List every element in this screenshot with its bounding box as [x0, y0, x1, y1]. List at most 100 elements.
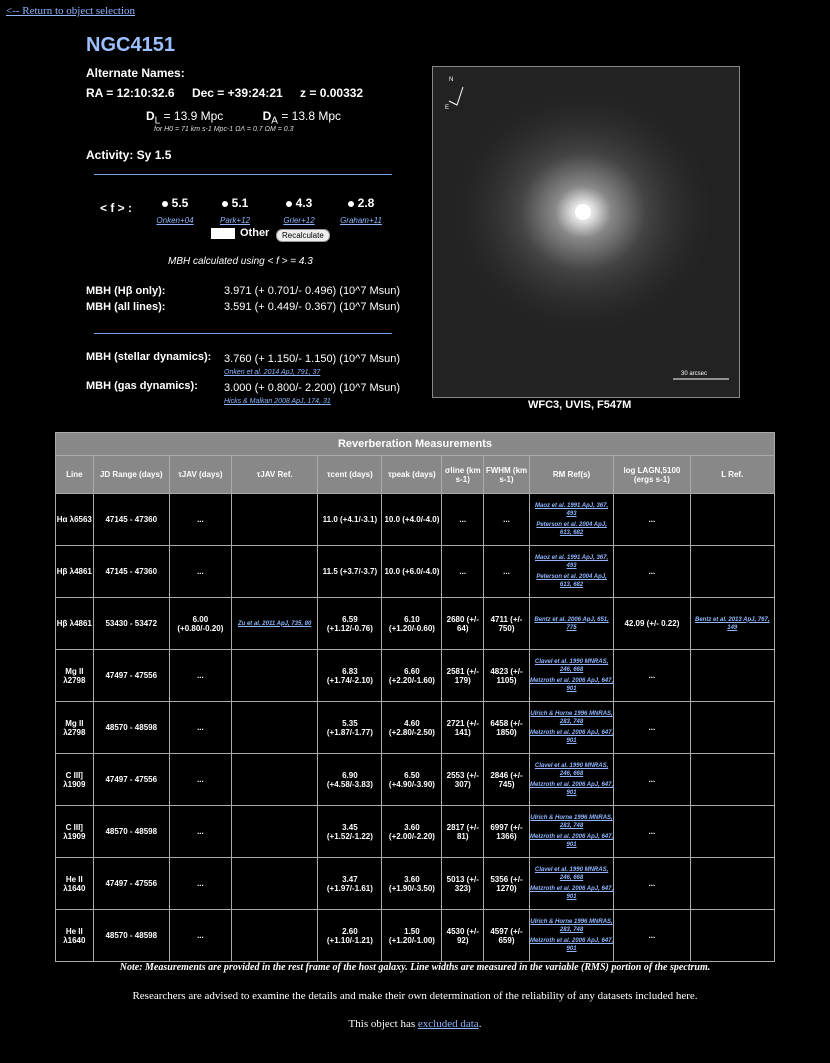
cell-fwhm: ... — [483, 545, 530, 598]
table-row: Hα λ6563 47145 - 47360... 11.0 (+4.1/-3.1)… — [55, 493, 776, 546]
rm-ref-link[interactable]: Metzroth et al. 2006 ApJ, 647, 901 — [530, 677, 613, 693]
table-row: Hβ λ4861 53430 - 53472 6.00 (+0.80/-0.20) Z… — [55, 597, 776, 650]
cell-fwhm: 4823 (+/- 1105) — [483, 649, 530, 702]
cell-tjav: ... — [168, 493, 232, 546]
rm-ref-link[interactable]: Clavel et al. 1990 MNRAS, 246, 668 — [530, 658, 613, 674]
col-rm-refs: RM Ref(s) — [528, 455, 615, 494]
cell-tjav-ref — [230, 545, 319, 598]
mbh-gas-value: 3.000 (+ 0.800/- 2.200) (10^7 Msun) — [224, 382, 401, 394]
dec-value: Dec = +39:24:21 — [191, 86, 283, 100]
cell-lref — [689, 701, 776, 754]
radio-icon[interactable] — [161, 200, 168, 207]
cell-logl: ... — [613, 805, 691, 858]
cell-lref — [689, 805, 776, 858]
cell-rm-refs: Maoz et al. 1991 ApJ, 367, 493 Peterson e… — [528, 493, 615, 546]
rm-ref-link[interactable]: Metzroth et al. 2006 ApJ, 647, 901 — [530, 937, 613, 953]
cell-jd: 47497 - 47556 — [92, 753, 170, 806]
cell-rm-refs: Clavel et al. 1990 MNRAS, 246, 668 Metzro… — [528, 857, 615, 910]
cell-logl: ... — [613, 649, 691, 702]
rm-ref-link[interactable]: Clavel et al. 1990 MNRAS, 246, 668 — [530, 866, 613, 882]
radio-icon[interactable] — [347, 200, 354, 207]
cell-rm-refs: Clavel et al. 1990 MNRAS, 246, 668 Metzro… — [528, 753, 615, 806]
cell-jd: 47497 - 47556 — [92, 857, 170, 910]
cell-sigma: 2680 (+/- 64) — [441, 597, 485, 650]
mbh-all-value: 3.591 (+ 0.449/- 0.367) (10^7 Msun) — [224, 301, 401, 313]
cell-tjav-ref — [230, 857, 319, 910]
cell-tjav: ... — [168, 649, 232, 702]
ref-link[interactable]: Bentz et al. 2013 ApJ, 767, 149 — [691, 616, 774, 632]
f-option-grier[interactable]: 4.3 Grier+12 — [264, 196, 334, 228]
cell-tjav-ref — [230, 493, 319, 546]
cell-jd: 53430 - 53472 — [92, 597, 170, 650]
cell-tjav-ref — [230, 701, 319, 754]
cell-tjav-ref: Zu et al. 2011 ApJ, 735, 80 — [230, 597, 319, 650]
cell-sigma: 4530 (+/- 92) — [441, 909, 485, 962]
f-option-graham[interactable]: 2.8 Graham+11 — [326, 196, 396, 228]
cell-tjav: ... — [168, 909, 232, 962]
rm-ref-link[interactable]: Bentz et al. 2006 ApJ, 651, 775 — [530, 616, 613, 632]
other-f-input[interactable] — [211, 228, 235, 239]
radio-icon[interactable] — [221, 200, 228, 207]
rm-ref-link[interactable]: Metzroth et al. 2006 ApJ, 647, 901 — [530, 729, 613, 745]
f-option-park[interactable]: 5.1 Park+12 — [200, 196, 270, 228]
radio-icon[interactable] — [285, 200, 292, 207]
cell-jd: 47145 - 47360 — [92, 493, 170, 546]
gas-ref-link[interactable]: Hicks & Malkan 2008 ApJ, 174, 31 — [224, 398, 331, 405]
cell-lref: Bentz et al. 2013 ApJ, 767, 149 — [689, 597, 776, 650]
cell-lref — [689, 545, 776, 598]
cell-jd: 48570 - 48598 — [92, 805, 170, 858]
rm-ref-link[interactable]: Maoz et al. 1991 ApJ, 367, 493 — [530, 554, 613, 570]
cell-lref — [689, 649, 776, 702]
rm-ref-link[interactable]: Ulrich & Horne 1996 MNRAS, 283, 748 — [530, 814, 613, 830]
col-tjav: τJAV (days) — [168, 455, 232, 494]
rm-ref-link[interactable]: Ulrich & Horne 1996 MNRAS, 283, 748 — [530, 710, 613, 726]
reverberation-table: Reverberation Measurements Line JD Range… — [55, 432, 776, 962]
redshift-value: z = 0.00332 — [300, 86, 364, 100]
cell-fwhm: 4711 (+/- 750) — [483, 597, 530, 650]
col-line: Line — [55, 455, 94, 494]
cell-tpeak: 3.60 (+1.90/-3.50) — [381, 857, 443, 910]
cell-line: Hα λ6563 — [55, 493, 94, 546]
cell-logl: ... — [613, 753, 691, 806]
rm-ref-link[interactable]: Metzroth et al. 2006 ApJ, 647, 901 — [530, 885, 613, 901]
divider — [94, 333, 392, 334]
rm-ref-link[interactable]: Metzroth et al. 2006 ApJ, 647, 901 — [530, 833, 613, 849]
table-caption: Reverberation Measurements — [55, 432, 775, 456]
scale-label: 30 arcsec — [681, 371, 707, 377]
rm-ref-link[interactable]: Peterson et al. 2004 ApJ, 613, 682 — [530, 573, 613, 589]
cell-tpeak: 10.0 (+4.0/-4.0) — [381, 493, 443, 546]
cell-logl: 42.09 (+/- 0.22) — [613, 597, 691, 650]
col-sigma: σline (km s-1) — [441, 455, 485, 494]
ref-link[interactable]: Zu et al. 2011 ApJ, 735, 80 — [232, 620, 317, 628]
f-factor-label: < f > : — [100, 201, 133, 215]
stellar-ref-link[interactable]: Onken et al. 2014 ApJ, 791, 37 — [224, 369, 320, 376]
f-ref-link[interactable]: Park+12 — [220, 216, 250, 225]
rm-ref-link[interactable]: Ulrich & Horne 1996 MNRAS, 283, 748 — [530, 918, 613, 934]
cell-logl: ... — [613, 701, 691, 754]
f-ref-link[interactable]: Onken+04 — [156, 216, 193, 225]
cell-tjav-ref — [230, 649, 319, 702]
cell-sigma: 2581 (+/- 179) — [441, 649, 485, 702]
mbh-stellar-label: MBH (stellar dynamics): — [86, 351, 212, 363]
cell-lref — [689, 857, 776, 910]
rm-ref-link[interactable]: Peterson et al. 2004 ApJ, 613, 682 — [530, 521, 613, 537]
rm-ref-link[interactable]: Metzroth et al. 2006 ApJ, 647, 901 — [530, 781, 613, 797]
cell-tpeak: 1.50 (+1.20/-1.00) — [381, 909, 443, 962]
cell-tpeak: 6.50 (+4.90/-3.90) — [381, 753, 443, 806]
cell-sigma: ... — [441, 545, 485, 598]
col-jd: JD Range (days) — [92, 455, 170, 494]
cell-tjav: 6.00 (+0.80/-0.20) — [168, 597, 232, 650]
recalculate-button[interactable]: Recalculate — [276, 229, 330, 242]
rm-ref-link[interactable]: Clavel et al. 1990 MNRAS, 246, 668 — [530, 762, 613, 778]
cell-line: He II λ1640 — [55, 909, 94, 962]
f-ref-link[interactable]: Graham+11 — [340, 216, 382, 225]
rm-ref-link[interactable]: Maoz et al. 1991 ApJ, 367, 493 — [530, 502, 613, 518]
back-to-selection-link[interactable]: <-- Return to object selection — [6, 5, 135, 17]
excluded-data-link[interactable]: excluded data — [418, 1018, 479, 1030]
mbh-hbeta-value: 3.971 (+ 0.701/- 0.496) (10^7 Msun) — [224, 285, 401, 297]
cell-rm-refs: Ulrich & Horne 1996 MNRAS, 283, 748 Metzr… — [528, 909, 615, 962]
cell-fwhm: 6458 (+/- 1850) — [483, 701, 530, 754]
f-ref-link[interactable]: Grier+12 — [283, 216, 314, 225]
cell-jd: 48570 - 48598 — [92, 701, 170, 754]
cell-rm-refs: Bentz et al. 2006 ApJ, 651, 775 — [528, 597, 615, 650]
